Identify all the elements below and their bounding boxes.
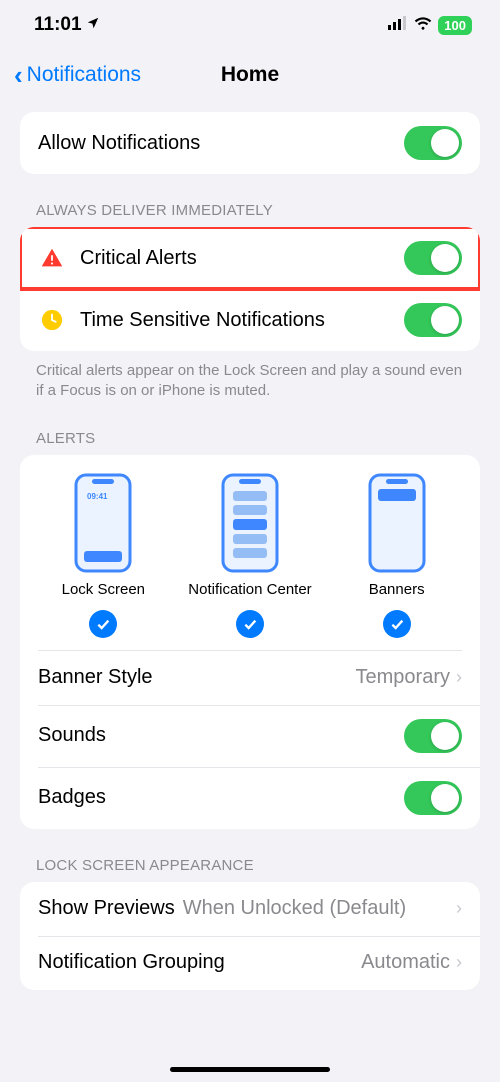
lockscreen-appearance-header: LOCK SCREEN APPEARANCE	[0, 857, 500, 882]
banner-style-row[interactable]: Banner Style Temporary ›	[20, 651, 480, 705]
notification-center-label: Notification Center	[188, 581, 311, 598]
critical-alerts-label: Critical Alerts	[80, 247, 404, 270]
banners-label: Banners	[369, 581, 425, 598]
sounds-row[interactable]: Sounds	[20, 705, 480, 767]
time-sensitive-row[interactable]: Time Sensitive Notifications	[20, 289, 480, 351]
alert-option-banners[interactable]: Banners	[324, 473, 469, 638]
alerts-header: ALERTS	[0, 430, 500, 455]
status-bar: 11:01 100	[0, 0, 500, 44]
svg-text:09:41: 09:41	[87, 492, 108, 501]
badges-row[interactable]: Badges	[20, 767, 480, 829]
notification-grouping-value: Automatic	[361, 951, 450, 974]
lockscreen-label: Lock Screen	[62, 581, 145, 598]
battery-icon: 100	[438, 16, 472, 35]
notification-center-check[interactable]	[236, 610, 264, 638]
critical-alerts-toggle[interactable]	[404, 241, 462, 275]
chevron-left-icon: ‹	[14, 62, 23, 88]
time-sensitive-toggle[interactable]	[404, 303, 462, 337]
banner-style-value: Temporary	[356, 666, 450, 689]
allow-notifications-row[interactable]: Allow Notifications	[20, 112, 480, 174]
lockscreen-phone-icon: 09:41	[74, 473, 132, 573]
cellular-icon	[388, 14, 408, 36]
alerts-group: 09:41 Lock Screen Notification Center	[20, 455, 480, 829]
critical-alerts-footer: Critical alerts appear on the Lock Scree…	[0, 351, 500, 402]
lockscreen-appearance-group: Show Previews When Unlocked (Default) › …	[20, 882, 480, 990]
chevron-right-icon: ›	[456, 952, 462, 973]
notification-center-phone-icon	[221, 473, 279, 573]
banners-phone-icon	[368, 473, 426, 573]
banner-style-label: Banner Style	[38, 666, 356, 689]
chevron-right-icon: ›	[456, 667, 462, 688]
banners-check[interactable]	[383, 610, 411, 638]
badges-label: Badges	[38, 786, 404, 809]
badges-toggle[interactable]	[404, 781, 462, 815]
chevron-right-icon: ›	[456, 898, 462, 919]
sounds-toggle[interactable]	[404, 719, 462, 753]
show-previews-label: Show Previews	[38, 897, 175, 920]
critical-alerts-row[interactable]: Critical Alerts	[20, 227, 480, 289]
location-icon	[86, 14, 100, 36]
time-sensitive-label: Time Sensitive Notifications	[80, 309, 404, 332]
sounds-label: Sounds	[38, 724, 404, 747]
back-button[interactable]: ‹ Notifications	[14, 62, 141, 88]
home-indicator[interactable]	[170, 1067, 330, 1072]
allow-notifications-group: Allow Notifications	[20, 112, 480, 174]
allow-notifications-toggle[interactable]	[404, 126, 462, 160]
back-label: Notifications	[27, 63, 141, 87]
show-previews-row[interactable]: Show Previews When Unlocked (Default) ›	[20, 882, 480, 936]
wifi-icon	[414, 14, 432, 36]
status-time: 11:01	[34, 14, 82, 36]
lockscreen-check[interactable]	[89, 610, 117, 638]
always-deliver-group: Critical Alerts Time Sensitive Notificat…	[20, 227, 480, 351]
allow-notifications-label: Allow Notifications	[38, 132, 404, 155]
always-deliver-header: ALWAYS DELIVER IMMEDIATELY	[0, 202, 500, 227]
show-previews-value: When Unlocked (Default)	[183, 897, 450, 920]
alert-option-notification-center[interactable]: Notification Center	[177, 473, 322, 638]
nav-bar: ‹ Notifications Home	[0, 44, 500, 106]
warning-icon	[38, 247, 66, 269]
alert-types-row: 09:41 Lock Screen Notification Center	[20, 455, 480, 650]
notification-grouping-row[interactable]: Notification Grouping Automatic ›	[20, 936, 480, 990]
notification-grouping-label: Notification Grouping	[38, 951, 361, 974]
alert-option-lockscreen[interactable]: 09:41 Lock Screen	[31, 473, 176, 638]
clock-icon	[38, 309, 66, 331]
